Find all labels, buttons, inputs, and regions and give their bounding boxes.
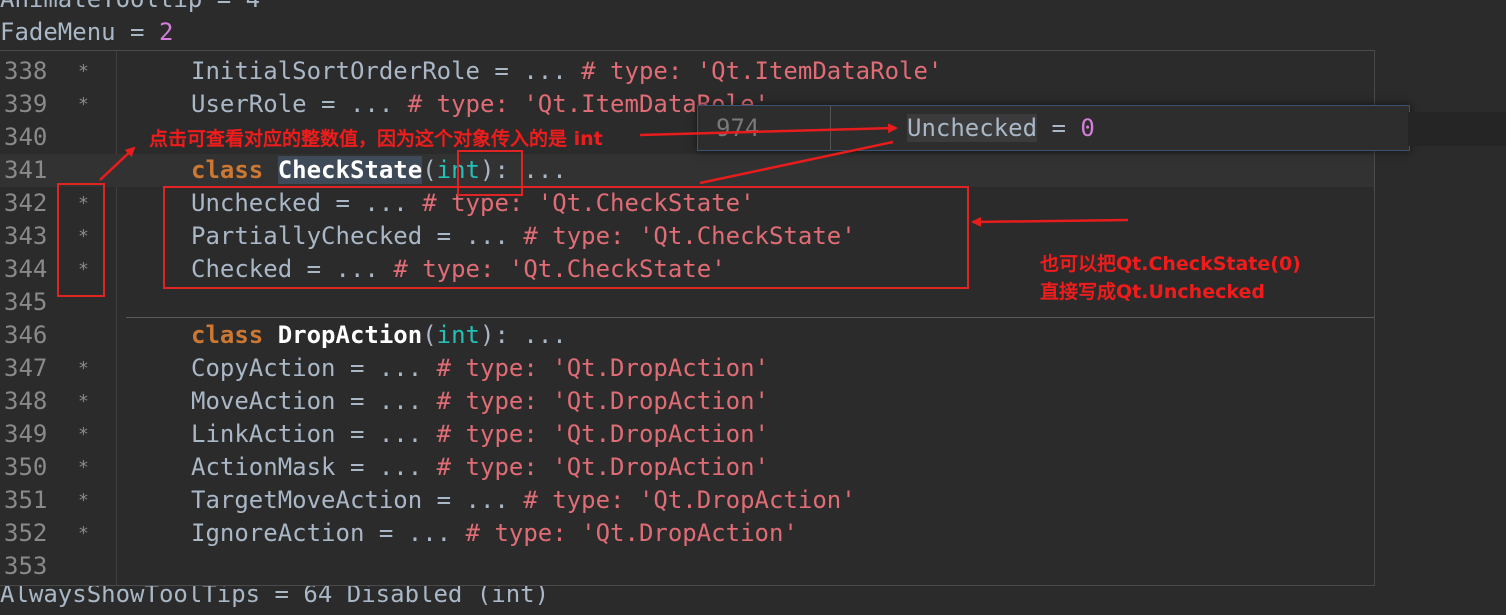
annotation-arrows [99,123,1129,227]
arrow-from-int [699,140,894,185]
arrow-to-line-340 [99,146,136,181]
arrow-to-checkstate-box [971,216,1129,227]
arrow-to-popup [639,123,898,137]
